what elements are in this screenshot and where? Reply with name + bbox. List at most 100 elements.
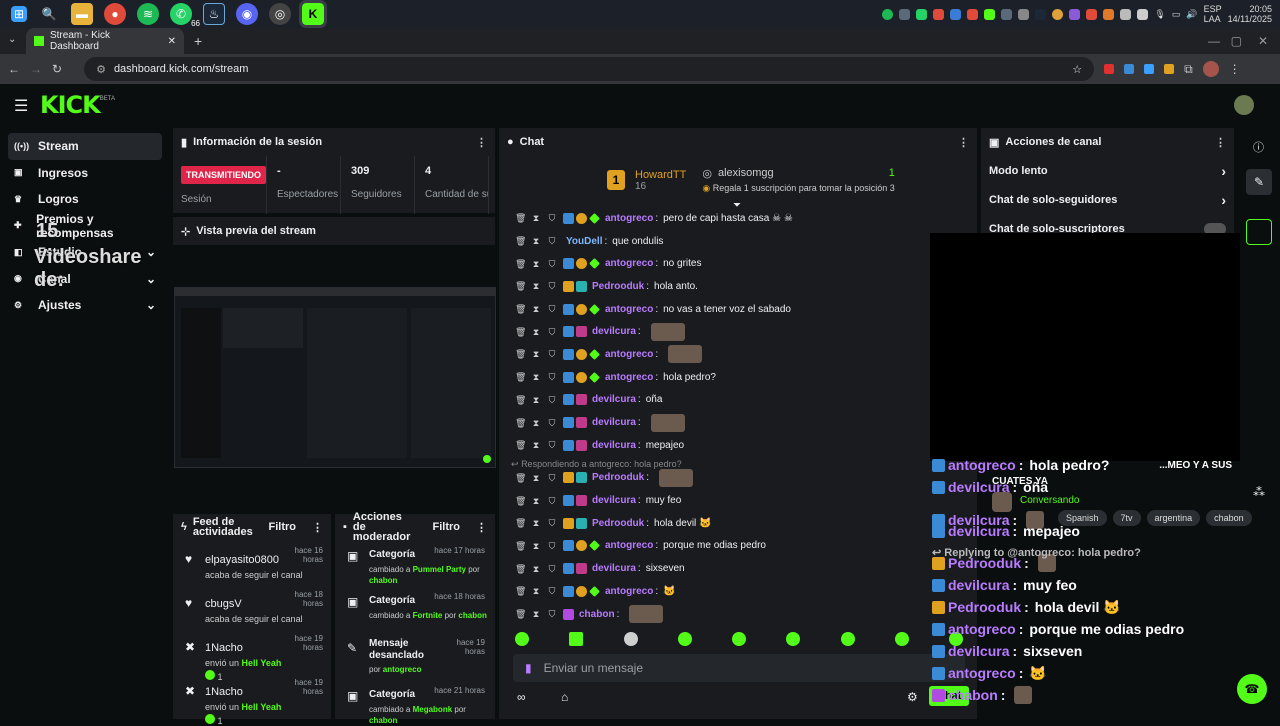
- browser-tab[interactable]: Stream - Kick Dashboard ✕: [26, 28, 184, 54]
- tray-spotify-icon[interactable]: [882, 8, 894, 20]
- ban-icon[interactable]: ⛉: [547, 609, 557, 619]
- chat-message[interactable]: 🗑 ⧗ ⛉ antogreco: hola pedro?: [499, 366, 977, 389]
- filter-button[interactable]: Filtro: [433, 521, 461, 533]
- spotify-icon[interactable]: ≋: [137, 3, 159, 25]
- extension-icon[interactable]: [1124, 64, 1135, 74]
- ban-icon[interactable]: ⛉: [547, 440, 557, 450]
- chat-username[interactable]: antogreco: [605, 349, 653, 360]
- ban-icon[interactable]: ⛉: [547, 213, 557, 223]
- ban-icon[interactable]: ⛉: [547, 395, 557, 405]
- timeout-icon[interactable]: ⧗: [531, 496, 541, 506]
- more-options-icon[interactable]: ⋮: [958, 136, 969, 149]
- chat-username[interactable]: Pedrooduk: [592, 281, 644, 292]
- chat-username[interactable]: devilcura: [592, 326, 636, 337]
- emote-icon[interactable]: [732, 632, 746, 646]
- chat-username[interactable]: antogreco: [605, 213, 653, 224]
- extension-icon[interactable]: [1104, 64, 1115, 74]
- ban-icon[interactable]: ⛉: [547, 473, 557, 483]
- tray-kick-icon[interactable]: [984, 8, 996, 20]
- stream-preview-video[interactable]: [174, 287, 496, 468]
- tray-app-icon[interactable]: [899, 8, 911, 20]
- pinned-toggle-icon[interactable]: ⏷: [733, 200, 741, 211]
- timeout-icon[interactable]: ⧗: [531, 518, 541, 528]
- close-window-icon[interactable]: ✕: [1258, 34, 1268, 48]
- tab-list-icon[interactable]: ⌄: [8, 34, 16, 45]
- edit-icon[interactable]: ✎: [1246, 169, 1272, 195]
- tray-app-icon[interactable]: [916, 8, 928, 20]
- filter-button[interactable]: Filtro: [269, 521, 297, 533]
- volume-icon[interactable]: 🔊: [1186, 9, 1197, 20]
- delete-icon[interactable]: 🗑: [515, 609, 526, 619]
- tray-steam-icon[interactable]: [1035, 8, 1047, 20]
- chat-message[interactable]: 🗑 ⧗ ⛉ antogreco:: [499, 343, 977, 366]
- timeout-icon[interactable]: ⧗: [531, 281, 541, 291]
- back-icon[interactable]: ←: [8, 62, 20, 76]
- timeout-icon[interactable]: ⧗: [531, 586, 541, 596]
- delete-icon[interactable]: 🗑: [515, 395, 526, 405]
- delete-icon[interactable]: 🗑: [515, 518, 526, 528]
- chat-message[interactable]: 🗑 ⧗ ⛉ devilcura: oña: [499, 389, 977, 412]
- chat-message[interactable]: 🗑 ⧗ ⛉ antogreco: 🐱: [499, 580, 977, 603]
- extension-icon[interactable]: [1164, 64, 1175, 74]
- ban-icon[interactable]: ⛉: [547, 564, 557, 574]
- timeout-icon[interactable]: ⧗: [531, 395, 541, 405]
- delete-icon[interactable]: 🗑: [515, 349, 526, 359]
- windows-start-icon[interactable]: ⊞: [11, 6, 27, 22]
- widget-icon[interactable]: [1246, 219, 1272, 245]
- bluetooth-icon[interactable]: [950, 8, 962, 20]
- tray-app-icon[interactable]: [1001, 8, 1013, 20]
- sidebar-item-ajustes[interactable]: ⚙ Ajustes ⌄: [8, 292, 162, 319]
- reload-icon[interactable]: ↻: [52, 62, 62, 76]
- tray-app-icon[interactable]: [1137, 8, 1149, 20]
- more-options-icon[interactable]: ⋮: [1215, 136, 1226, 149]
- chat-username[interactable]: Pedrooduk: [592, 472, 644, 483]
- emote-picker-icon[interactable]: ∞: [517, 690, 526, 704]
- chat-username[interactable]: devilcura: [592, 394, 636, 405]
- emote-icon[interactable]: [623, 632, 638, 646]
- ban-icon[interactable]: ⛉: [547, 259, 557, 269]
- extensions-puzzle-icon[interactable]: ⧉: [1184, 62, 1193, 77]
- tray-app-icon[interactable]: [933, 8, 945, 20]
- apps-icon[interactable]: ⁂: [1253, 485, 1265, 499]
- tray-app-icon[interactable]: [1086, 8, 1098, 20]
- delete-icon[interactable]: 🗑: [515, 213, 526, 223]
- timeout-icon[interactable]: ⧗: [531, 541, 541, 551]
- gift-leaderboard[interactable]: 1 HowardTT 16 ◎ alexisomgg 1 ◉ Regala 1 su…: [499, 156, 977, 204]
- sidebar-item-stream[interactable]: ((•)) Stream: [8, 133, 162, 160]
- delete-icon[interactable]: 🗑: [515, 541, 526, 551]
- user-avatar[interactable]: [1234, 95, 1254, 115]
- chat-message[interactable]: 🗑 ⧗ ⛉ YouDell: que ondulis: [499, 230, 977, 253]
- file-explorer-icon[interactable]: ▬: [71, 3, 93, 25]
- ban-icon[interactable]: ⛉: [547, 236, 557, 246]
- ban-icon[interactable]: ⛉: [547, 304, 557, 314]
- hamburger-menu-icon[interactable]: ☰: [14, 96, 28, 116]
- close-tab-icon[interactable]: ✕: [168, 36, 176, 47]
- delete-icon[interactable]: 🗑: [515, 236, 526, 246]
- tray-app-icon[interactable]: [1120, 8, 1132, 20]
- more-options-icon[interactable]: ⋮: [312, 521, 323, 534]
- site-info-icon[interactable]: ⚙: [96, 63, 106, 76]
- delete-icon[interactable]: 🗑: [515, 473, 526, 483]
- sidebar-item-logros[interactable]: ♛ Logros: [8, 186, 162, 213]
- chat-username[interactable]: antogreco: [605, 372, 653, 383]
- delete-icon[interactable]: 🗑: [515, 281, 526, 291]
- address-input[interactable]: ⚙ dashboard.kick.com/stream ☆: [84, 57, 1095, 81]
- timeout-icon[interactable]: ⧗: [531, 564, 541, 574]
- chat-username[interactable]: devilcura: [592, 495, 636, 506]
- tray-chrome-icon[interactable]: [1052, 8, 1064, 20]
- sidebar-item-premios[interactable]: ✚ Premios y recompensas: [8, 212, 162, 240]
- chat-message[interactable]: 🗑 ⧗ ⛉ antogreco: porque me odias pedro: [499, 535, 977, 558]
- more-options-icon[interactable]: ⋮: [476, 521, 487, 534]
- chrome-icon[interactable]: ●: [104, 3, 126, 25]
- clock[interactable]: 20:05 14/11/2025: [1228, 4, 1272, 24]
- ban-icon[interactable]: ⛉: [547, 586, 557, 596]
- kick-logo[interactable]: KICK: [40, 91, 101, 119]
- chat-username[interactable]: YouDell: [566, 236, 602, 247]
- chat-message[interactable]: 🗑 ⧗ ⛉ devilcura:: [499, 411, 977, 434]
- ban-icon[interactable]: ⛉: [547, 349, 557, 359]
- chat-username[interactable]: antogreco: [605, 258, 653, 269]
- mic-input-icon[interactable]: ▮: [525, 661, 532, 675]
- tray-app-icon[interactable]: [1103, 8, 1115, 20]
- chevron-right-icon[interactable]: ›: [1221, 163, 1226, 179]
- minimize-icon[interactable]: —: [1208, 34, 1220, 48]
